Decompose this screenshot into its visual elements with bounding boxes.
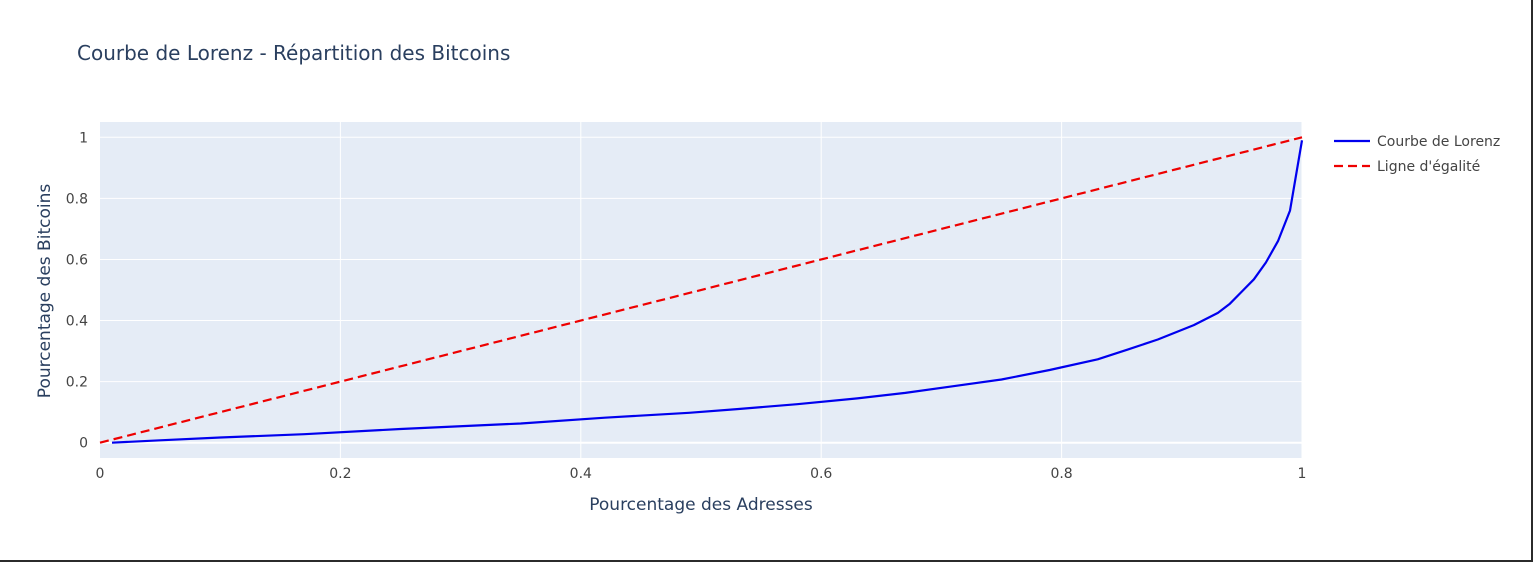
y-tick-label: 0.2 [66,375,88,391]
legend[interactable]: Courbe de Lorenz Ligne d'égalité [1334,134,1500,175]
y-tick-label: 0.4 [66,314,88,330]
legend-label: Courbe de Lorenz [1377,134,1500,150]
x-tick-label: 0 [96,466,105,482]
x-tick-label: 0.4 [570,466,592,482]
y-tick-label: 1 [79,130,88,146]
y-axis-ticks: 0 0.2 0.4 0.6 0.8 1 [66,130,88,451]
x-tick-label: 0.6 [810,466,832,482]
x-tick-label: 0.2 [329,466,351,482]
x-tick-label: 1 [1298,466,1307,482]
legend-item[interactable]: Ligne d'égalité [1334,159,1480,175]
y-tick-label: 0 [79,436,88,452]
y-tick-label: 0.6 [66,252,88,268]
chart-title: Courbe de Lorenz - Répartition des Bitco… [77,41,510,65]
x-axis-label: Pourcentage des Adresses [589,495,813,515]
lorenz-chart: Courbe de Lorenz - Répartition des Bitco… [35,41,1500,515]
legend-item[interactable]: Courbe de Lorenz [1334,134,1500,150]
legend-label: Ligne d'égalité [1377,159,1480,175]
chart-frame: Courbe de Lorenz - Répartition des Bitco… [0,0,1533,562]
y-tick-label: 0.8 [66,191,88,207]
x-tick-label: 0.8 [1050,466,1072,482]
y-axis-label: Pourcentage des Bitcoins [35,184,55,399]
x-axis-ticks: 0 0.2 0.4 0.6 0.8 1 [96,466,1307,482]
